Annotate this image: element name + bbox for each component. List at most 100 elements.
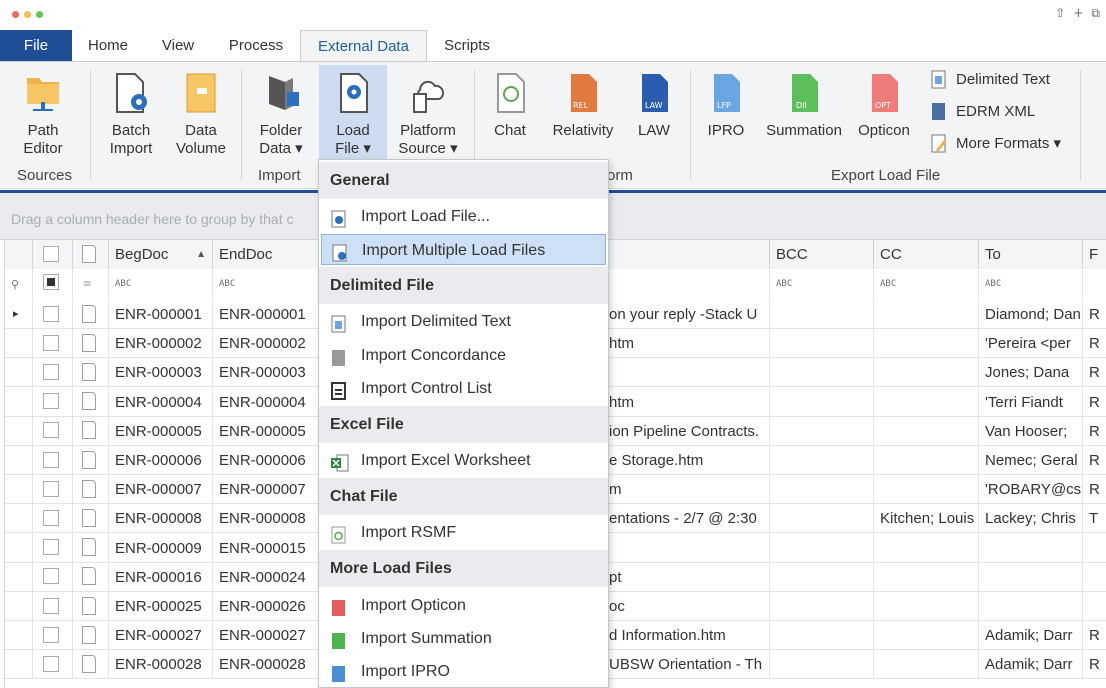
filter-checkbox[interactable] [43, 274, 59, 290]
row-checkbox[interactable] [43, 334, 59, 351]
menu-import-multiple-load-files[interactable]: Import Multiple Load Files [321, 234, 606, 265]
cell-to [979, 592, 1083, 621]
cell-beg: ENR-000027 [109, 621, 213, 651]
row-checkbox[interactable] [43, 363, 59, 380]
new-tab-icon[interactable]: + [1073, 6, 1083, 21]
select-all-checkbox[interactable] [43, 245, 59, 262]
menu-import-load-file[interactable]: Import Load File... [321, 201, 606, 232]
summation-export-button[interactable]: DII Summation [762, 70, 846, 140]
opticon-export-button[interactable]: OPT Opticon [852, 70, 916, 140]
menu-import-ipro[interactable]: Import IPRO [321, 656, 606, 687]
tab-external-data[interactable]: External Data [300, 30, 427, 62]
row-checkbox-cell [33, 504, 73, 534]
row-checkbox[interactable] [43, 305, 59, 322]
menu-import-control-list[interactable]: Import Control List [321, 373, 606, 404]
chat-export-button[interactable]: Chat [484, 70, 536, 140]
tab-process[interactable]: Process [218, 30, 294, 61]
load-file-button[interactable]: Load File ▾ [319, 65, 387, 161]
row-checkbox[interactable] [43, 480, 59, 497]
opt-file-icon: OPT [864, 70, 904, 116]
column-header-cc[interactable]: CC [874, 240, 979, 269]
row-doc-type [73, 592, 109, 621]
close-window-dot[interactable] [12, 11, 19, 18]
column-header-from[interactable]: F [1083, 240, 1106, 269]
filter-equals-icon: = [73, 270, 109, 299]
column-header-begdoc[interactable]: BegDoc ▲ [109, 240, 213, 269]
cell-bcc [770, 621, 874, 651]
menu-import-delimited-text[interactable]: Import Delimited Text [321, 306, 606, 337]
doc-type-header[interactable] [73, 240, 109, 269]
tab-file[interactable]: File [0, 30, 72, 61]
row-checkbox[interactable] [43, 597, 59, 614]
row-checkbox[interactable] [43, 509, 59, 526]
select-all-header[interactable] [33, 240, 73, 269]
cell-bcc [770, 358, 874, 388]
share-icon[interactable]: ⇧ [1055, 6, 1065, 21]
row-checkbox[interactable] [43, 422, 59, 439]
cell-end: ENR-000003 [213, 358, 323, 388]
cell-f [1083, 534, 1106, 563]
cell-end: ENR-000001 [213, 300, 323, 329]
cell-f: R [1083, 358, 1106, 387]
filter-checkbox-cell[interactable] [33, 270, 73, 299]
more-formats-dropdown[interactable]: More Formats ▾ [928, 132, 1061, 156]
filter-begdoc[interactable]: ABC [109, 270, 213, 299]
row-doc-type [73, 329, 109, 359]
tabs-overview-icon[interactable]: ⧉ [1091, 6, 1100, 21]
maximize-window-dot[interactable] [36, 11, 43, 18]
data-volume-button[interactable]: Data Volume [170, 70, 232, 158]
folder-data-button[interactable]: Folder Data ▾ [250, 70, 312, 158]
ipro-export-button[interactable]: LFP IPRO [700, 70, 752, 140]
menu-section-delimited-file: Delimited File [319, 267, 608, 304]
edit-document-icon [930, 134, 948, 154]
tab-scripts[interactable]: Scripts [434, 30, 500, 61]
row-checkbox[interactable] [43, 393, 59, 410]
cell-bcc [770, 562, 874, 592]
path-editor-button[interactable]: Path Editor [12, 70, 74, 158]
menu-import-summation[interactable]: Import Summation [321, 623, 606, 654]
row-checkbox[interactable] [43, 655, 59, 672]
filter-cc[interactable]: ABC [874, 270, 979, 299]
row-checkbox-cell [33, 300, 73, 329]
column-header-bcc[interactable]: BCC [770, 240, 874, 269]
excel-icon [331, 452, 349, 472]
filter-from[interactable] [1083, 270, 1106, 299]
filter-to[interactable]: ABC [979, 270, 1083, 299]
row-doc-type [73, 416, 109, 446]
menu-import-excel-worksheet[interactable]: Import Excel Worksheet [321, 445, 606, 476]
minimize-window-dot[interactable] [24, 11, 31, 18]
row-indicator [5, 416, 33, 446]
filter-bcc[interactable]: ABC [770, 270, 874, 299]
batch-import-button[interactable]: Batch Import [100, 70, 162, 158]
menu-import-rsmf[interactable]: Import RSMF [321, 517, 606, 548]
dii-file-icon: DII [784, 70, 824, 116]
relativity-export-button[interactable]: REL Relativity [547, 70, 619, 140]
edrm-xml-icon [930, 102, 948, 122]
row-checkbox[interactable] [43, 539, 59, 556]
filter-enddoc[interactable]: ABC [213, 270, 323, 299]
document-icon [82, 304, 96, 323]
cell-beg: ENR-000009 [109, 533, 213, 563]
column-header-enddoc[interactable]: EndDoc [213, 240, 323, 269]
delimited-text-export-button[interactable]: Delimited Text [928, 68, 1050, 92]
row-checkbox[interactable] [43, 568, 59, 585]
folder-data-icon [261, 70, 301, 116]
platform-source-button[interactable]: Platform Source ▾ [392, 70, 464, 158]
menu-import-opticon[interactable]: Import Opticon [321, 590, 606, 621]
cell-beg: ENR-000008 [109, 504, 213, 534]
law-export-button[interactable]: LAW LAW [628, 70, 680, 140]
menu-section-general: General [319, 162, 608, 199]
cell-end: ENR-000026 [213, 592, 323, 621]
column-header-to[interactable]: To [979, 240, 1083, 269]
tab-view[interactable]: View [150, 30, 206, 61]
rel-file-icon: REL [563, 70, 603, 116]
edrm-xml-export-button[interactable]: EDRM XML [928, 100, 1035, 124]
row-checkbox[interactable] [43, 451, 59, 468]
lfp-file-icon: LFP [706, 70, 746, 116]
row-doc-type [73, 562, 109, 592]
menu-import-concordance[interactable]: Import Concordance [321, 340, 606, 371]
cell-end: ENR-000008 [213, 504, 323, 534]
row-checkbox[interactable] [43, 626, 59, 643]
row-doc-type [73, 650, 109, 680]
tab-home[interactable]: Home [78, 30, 138, 61]
